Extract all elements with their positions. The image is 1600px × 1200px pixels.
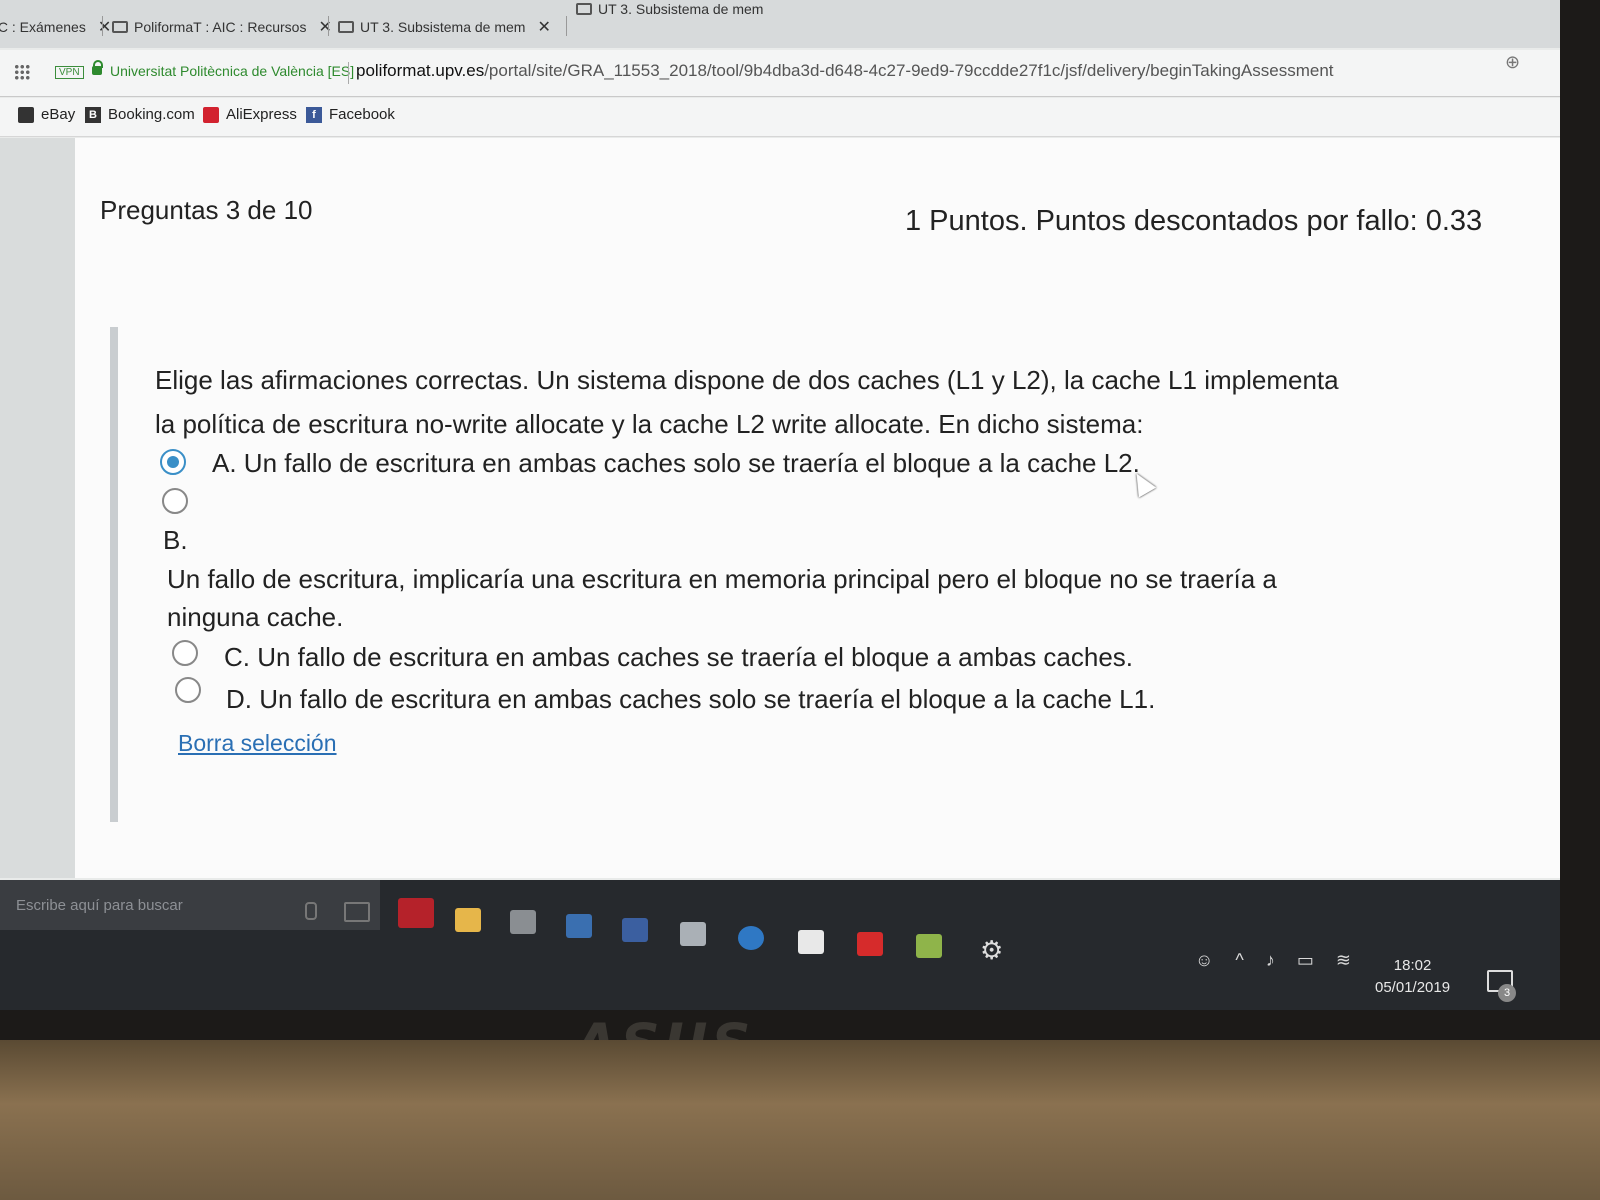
notes-icon[interactable] xyxy=(798,930,824,954)
bookmark-label: AliExpress xyxy=(226,106,297,123)
assessment-page xyxy=(75,138,1560,878)
tab-label: PoliformaT : AIC : Recursos xyxy=(134,19,307,35)
system-tray: ☺ ^ ♪ ▭ ≋ xyxy=(1195,950,1351,971)
calculator-icon[interactable] xyxy=(510,910,536,934)
wifi-icon[interactable]: ≋ xyxy=(1336,950,1351,971)
tab-ut3-second[interactable]: UT 3. Subsistema de mem xyxy=(576,0,763,24)
tab-label: IC : Exámenes xyxy=(0,19,86,35)
radio-option-a[interactable] xyxy=(160,449,186,475)
tab-recursos[interactable]: PoliformaT : AIC : Recursos ✕ xyxy=(112,12,332,42)
cloud-app-icon[interactable] xyxy=(680,922,706,946)
site-favicon-icon xyxy=(338,21,354,33)
option-b-label[interactable]: Un fallo de escritura, implicaría una es… xyxy=(167,560,1357,636)
page-sidebar-strip xyxy=(0,138,75,878)
laptop-base xyxy=(0,1040,1600,1200)
bookmark-label: Booking.com xyxy=(108,106,195,123)
bookmark-label: eBay xyxy=(41,106,76,123)
radio-option-b[interactable] xyxy=(162,488,188,514)
bookmarks-bar: eBay B Booking.com AliExpress f Facebook xyxy=(0,98,1560,137)
tab-ut3-active[interactable]: UT 3. Subsistema de mem ✕ xyxy=(338,12,551,42)
notifications-count: 3 xyxy=(1498,984,1516,1002)
close-icon[interactable]: ✕ xyxy=(537,17,550,37)
microphone-icon[interactable] xyxy=(305,902,317,920)
app-window-icon[interactable] xyxy=(622,918,648,942)
tab-bar: IC : Exámenes ✕ PoliformaT : AIC : Recur… xyxy=(0,0,1560,48)
close-icon[interactable]: ✕ xyxy=(318,17,331,37)
tab-label: UT 3. Subsistema de mem xyxy=(598,1,764,17)
tab-divider xyxy=(566,16,567,36)
apps-grid-icon[interactable] xyxy=(14,64,30,80)
question-counter: Preguntas 3 de 10 xyxy=(100,195,313,225)
screen: IC : Exámenes ✕ PoliformaT : AIC : Recur… xyxy=(0,0,1560,1010)
settings-gear-icon[interactable]: ⚙ xyxy=(980,937,1006,963)
bookmark-facebook[interactable]: f Facebook xyxy=(306,106,395,123)
facebook-icon: f xyxy=(306,106,322,123)
site-favicon-icon xyxy=(576,3,592,15)
taskbar-clock[interactable]: 18:02 05/01/2019 xyxy=(1375,955,1450,999)
bookmark-aliexpress[interactable]: AliExpress xyxy=(203,106,297,123)
file-explorer-icon[interactable] xyxy=(455,908,481,932)
points-info: 1 Puntos. Puntos descontados por fallo: … xyxy=(905,205,1483,237)
lock-icon[interactable] xyxy=(92,60,103,75)
battery-icon[interactable]: ▭ xyxy=(1297,950,1314,971)
pdf-reader-icon[interactable] xyxy=(857,932,883,956)
question-box-border xyxy=(110,327,118,822)
tab-divider xyxy=(102,16,103,36)
option-b-marker[interactable]: B. xyxy=(163,525,188,556)
aliexpress-icon xyxy=(203,106,219,123)
task-view-icon[interactable] xyxy=(344,902,370,922)
shopping-bag-icon xyxy=(18,106,34,123)
close-icon[interactable]: ✕ xyxy=(98,17,111,37)
question-text: Elige las afirmaciones correctas. Un sis… xyxy=(155,365,1339,439)
tab-examenes[interactable]: IC : Exámenes ✕ xyxy=(0,12,111,42)
taskbar-search[interactable]: Escribe aquí para buscar xyxy=(0,880,380,930)
clock-time: 18:02 xyxy=(1393,957,1432,974)
clock-date: 05/01/2019 xyxy=(1375,979,1451,996)
spreadsheet-icon[interactable] xyxy=(916,934,942,958)
tab-label: UT 3. Subsistema de mem xyxy=(360,19,526,35)
option-d-label[interactable]: D. Un fallo de escritura en ambas caches… xyxy=(226,684,1155,715)
chevron-up-icon[interactable]: ^ xyxy=(1235,950,1243,971)
url-divider xyxy=(348,62,349,84)
paint-icon[interactable] xyxy=(566,914,592,938)
url-path: /portal/site/GRA_11553_2018/tool/9b4dba3… xyxy=(484,61,1334,80)
tab-divider xyxy=(328,16,329,36)
vpn-badge[interactable]: VPN xyxy=(55,66,84,79)
bookmark-booking[interactable]: B Booking.com xyxy=(85,106,195,123)
opera-browser-icon[interactable] xyxy=(398,898,434,928)
search-placeholder: Escribe aquí para buscar xyxy=(16,896,183,914)
address-bar: VPN Universitat Politècnica de València … xyxy=(0,50,1560,97)
option-a-label[interactable]: A. Un fallo de escritura en ambas caches… xyxy=(212,448,1140,479)
bookmark-label: Facebook xyxy=(329,106,395,123)
radio-option-d[interactable] xyxy=(175,677,201,703)
clear-selection-link[interactable]: Borra selección xyxy=(178,730,337,757)
lock-app-icon[interactable] xyxy=(738,926,764,950)
radio-option-c[interactable] xyxy=(172,640,198,666)
zoom-icon[interactable]: ⊕ xyxy=(1505,52,1520,73)
option-c-label[interactable]: C. Un fallo de escritura en ambas caches… xyxy=(224,642,1133,673)
site-favicon-icon xyxy=(112,21,128,33)
people-icon[interactable]: ☺ xyxy=(1195,950,1213,971)
bookmark-ebay[interactable]: eBay xyxy=(18,106,75,123)
booking-icon: B xyxy=(85,106,101,123)
url-field[interactable]: poliformat.upv.es/portal/site/GRA_11553_… xyxy=(356,61,1334,81)
url-host: poliformat.upv.es xyxy=(356,61,485,80)
site-identity[interactable]: Universitat Politècnica de València [ES] xyxy=(110,63,354,79)
volume-icon[interactable]: ♪ xyxy=(1266,950,1275,971)
taskbar: Escribe aquí para buscar ⚙ ☺ ^ ♪ ▭ ≋ 18:… xyxy=(0,880,1560,1010)
